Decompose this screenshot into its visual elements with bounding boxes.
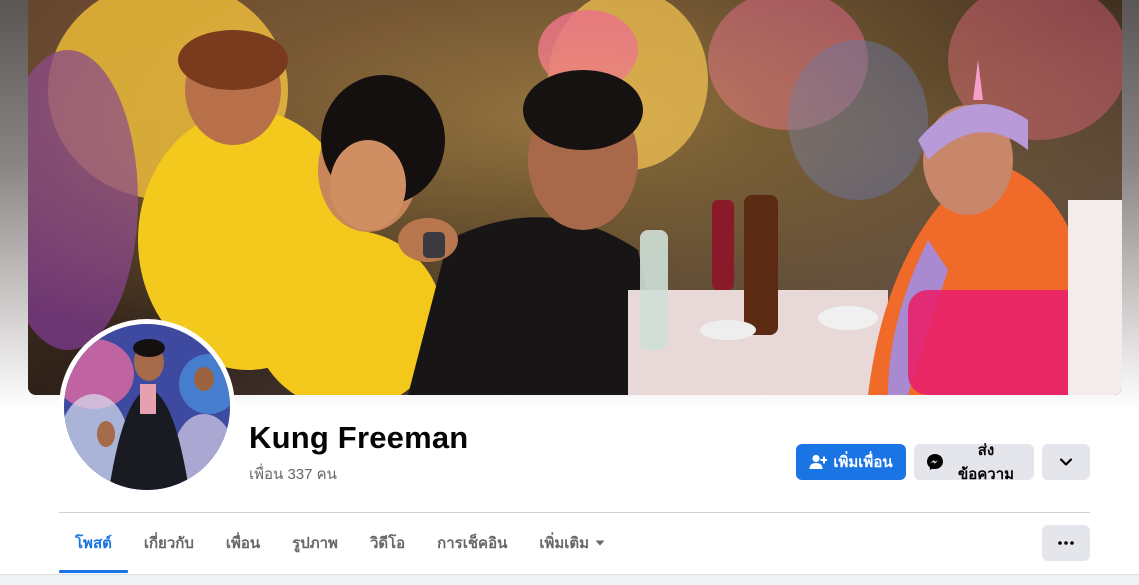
chevron-down-icon: [1059, 457, 1073, 467]
message-button[interactable]: ส่งข้อความ: [914, 442, 1034, 483]
add-friend-button[interactable]: เพิ่มเพื่อน: [796, 444, 906, 480]
messenger-icon: [926, 453, 944, 471]
tab-label: เพิ่มเติม: [539, 535, 590, 552]
add-friend-label: เพิ่มเพื่อน: [833, 454, 893, 471]
tab-friends[interactable]: เพื่อน: [210, 513, 276, 573]
tab-label: เพื่อน: [225, 535, 261, 552]
tab-label: โพสต์: [75, 535, 112, 552]
more-dots-icon: [1058, 541, 1074, 545]
avatar[interactable]: [64, 324, 230, 490]
tab-photos[interactable]: รูปภาพ: [276, 513, 354, 573]
tab-about[interactable]: เกี่ยวกับ: [128, 513, 210, 573]
friends-count[interactable]: เพื่อน 337 คน: [249, 462, 337, 486]
tab-label: วิดีโอ: [369, 535, 406, 552]
profile-name: Kung Freeman: [249, 420, 469, 455]
profile-tabs: โพสต์ เกี่ยวกับ เพื่อน รูปภาพ วิดีโอ การ…: [59, 513, 621, 573]
tab-label: รูปภาพ: [292, 535, 338, 552]
tab-label: เกี่ยวกับ: [143, 535, 194, 552]
tab-label: การเช็คอิน: [437, 535, 508, 552]
add-friend-icon: [809, 454, 828, 470]
tab-more[interactable]: เพิ่มเติม: [523, 513, 621, 573]
tab-videos[interactable]: วิดีโอ: [354, 513, 421, 573]
profile-options-dropdown-button[interactable]: [1042, 444, 1090, 480]
more-options-button[interactable]: [1042, 525, 1090, 561]
content-area-top: [0, 574, 1139, 585]
message-label: ส่งข้อความ: [957, 442, 1015, 483]
tab-check-ins[interactable]: การเช็คอิน: [421, 513, 523, 573]
tab-posts[interactable]: โพสต์: [59, 513, 128, 573]
avatar-image: [64, 324, 230, 490]
caret-down-icon: [595, 540, 605, 546]
